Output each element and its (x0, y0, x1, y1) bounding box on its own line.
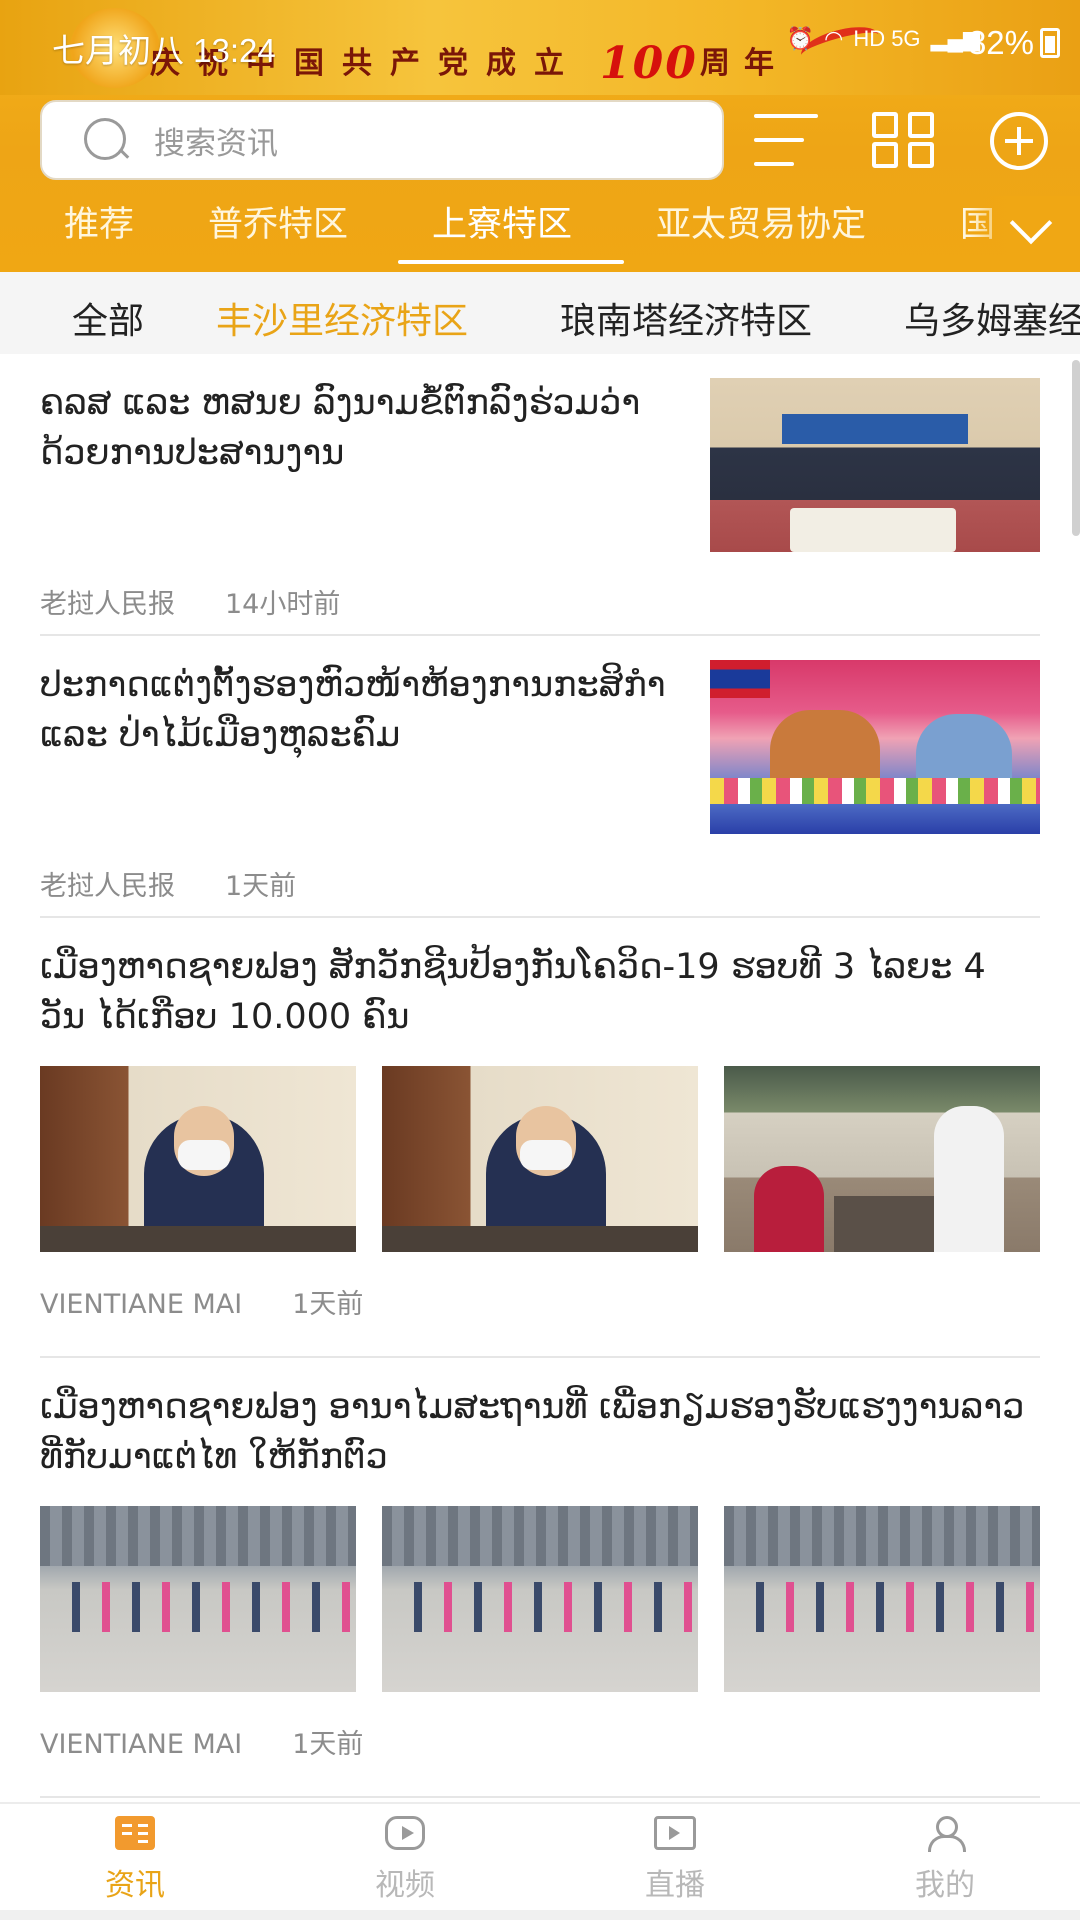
nav-video[interactable]: 视频 (305, 1816, 505, 1904)
news-time: 1天前 (292, 1729, 364, 1760)
tab-asia-pacific-trade[interactable]: 亚太贸易协定 (656, 196, 866, 272)
nav-label: 我的 (915, 1868, 975, 1903)
search-icon (82, 116, 130, 164)
news-source: 老挝人民报 (40, 589, 175, 620)
news-title: ເມືອງຫາດຊາຍຟອງ ສັກວັກຊີນປ້ອງກັນໂຄວິດ-19 … (40, 947, 986, 1037)
news-source: VIENTIANE MAI (40, 1289, 243, 1320)
news-thumbnail (724, 1066, 1040, 1252)
news-meta: VIENTIANE MAI 1天前 (40, 1282, 363, 1321)
news-source: 老挝人民报 (40, 871, 175, 902)
search-placeholder: 搜索资讯 (154, 125, 278, 162)
alarm-icon: ⏰ (786, 26, 815, 51)
divider (40, 1796, 1040, 1798)
status-bar: 七月初八 13:24 ⏰ ◠ HD 5G ▂▄▆ 82% (0, 22, 1080, 72)
news-time: 1天前 (225, 871, 297, 902)
news-time: 1天前 (292, 1289, 364, 1320)
battery-percent: 82% (967, 24, 1034, 61)
live-icon (654, 1816, 696, 1850)
app-header: 庆祝中国共产党成立 100 周年 七月初八 13:24 ⏰ ◠ HD 5G ▂▄… (0, 0, 1080, 272)
sub-tab-phongsaly[interactable]: 丰沙里经济特区 (216, 292, 468, 344)
news-thumbnail (382, 1506, 698, 1692)
menu-icon[interactable] (754, 112, 818, 168)
news-thumbnail (40, 1506, 356, 1692)
channel-tabs: 推荐 普乔特区 上寮特区 亚太贸易协定 国 (0, 196, 1080, 272)
news-thumbnail (382, 1066, 698, 1252)
news-item[interactable]: ເມືອງຫາດຊາຍຟອງ ສັກວັກຊີນປ້ອງກັນໂຄວິດ-19 … (40, 942, 1040, 1352)
news-title: ຄລສ ແລະ ຫສນຍ ລົງນາມຂໍ້ຕົກລົງຮ່ວມວ່າດ້ວຍກ… (40, 383, 641, 473)
sub-tab-oudomxay[interactable]: 乌多姆塞经 (904, 292, 1080, 344)
home-indicator (0, 1910, 1080, 1920)
sub-category-tabs: 全部 丰沙里经济特区 琅南塔经济特区 乌多姆塞经 (0, 272, 1080, 354)
news-title: ປະກາດແຕ່ງຕັ້ງຮອງຫົວໜ້າຫ້ອງການກະສິກຳ ແລະ … (40, 665, 666, 755)
wifi-icon: ◠ (824, 26, 844, 51)
nav-news[interactable]: 资讯 (35, 1816, 235, 1904)
news-item[interactable]: ປະກາດແຕ່ງຕັ້ງຮອງຫົວໜ້າຫ້ອງການກະສິກຳ ແລະ … (40, 660, 1040, 902)
nav-label: 直播 (645, 1868, 705, 1903)
search-row: 搜索资讯 (0, 100, 1080, 180)
news-meta: 老挝人民报 14小时前 (40, 582, 340, 621)
nav-live[interactable]: 直播 (575, 1816, 775, 1904)
user-icon (925, 1816, 966, 1852)
tab-recommend[interactable]: 推荐 (64, 196, 134, 272)
nav-me[interactable]: 我的 (845, 1816, 1045, 1904)
sub-tab-luangnamtha[interactable]: 琅南塔经济特区 (560, 292, 812, 344)
news-item[interactable]: ເມືອງຫາດຊາຍຟອງ ອານາໄມສະຖານທີ່ ເພື່ອກຽມຮອ… (40, 1382, 1040, 1792)
sub-tab-all[interactable]: 全部 (72, 292, 144, 344)
news-thumbnail (710, 660, 1040, 834)
news-meta: VIENTIANE MAI 1天前 (40, 1722, 363, 1761)
status-time: 七月初八 13:24 (52, 32, 276, 69)
network-label: HD 5G (853, 26, 921, 51)
status-icons: ⏰ ◠ HD 5G ▂▄▆ (787, 26, 980, 52)
news-time: 14小时前 (225, 589, 341, 620)
news-item[interactable]: ຄລສ ແລະ ຫສນຍ ລົງນາມຂໍ້ຕົກລົງຮ່ວມວ່າດ້ວຍກ… (40, 378, 1040, 620)
video-icon (385, 1816, 425, 1850)
scrollbar[interactable] (1072, 360, 1080, 536)
nav-label: 资讯 (105, 1868, 165, 1903)
news-thumbnail (710, 378, 1040, 552)
news-title: ເມືອງຫາດຊາຍຟອງ ອານາໄມສະຖານທີ່ ເພື່ອກຽມຮອ… (40, 1387, 1025, 1477)
grid-icon[interactable] (872, 112, 936, 168)
news-icon (115, 1816, 155, 1850)
news-source: VIENTIANE MAI (40, 1729, 243, 1760)
divider (40, 1356, 1040, 1358)
news-thumbnail (40, 1066, 356, 1252)
news-feed[interactable]: ຄລສ ແລະ ຫສນຍ ລົງນາມຂໍ້ຕົກລົງຮ່ວມວ່າດ້ວຍກ… (0, 354, 1080, 1802)
news-thumbnail (724, 1506, 1040, 1692)
divider (40, 634, 1040, 636)
add-icon[interactable] (990, 112, 1048, 170)
active-tab-underline (398, 260, 624, 264)
divider (40, 916, 1040, 918)
battery-icon (1040, 28, 1060, 58)
battery-indicator: 82% (968, 24, 1060, 62)
nav-label: 视频 (375, 1868, 435, 1903)
search-input[interactable]: 搜索资讯 (40, 100, 724, 180)
bottom-nav: 资讯 视频 直播 我的 (0, 1802, 1080, 1910)
tab-puqiao[interactable]: 普乔特区 (208, 196, 348, 272)
news-meta: 老挝人民报 1天前 (40, 864, 296, 903)
